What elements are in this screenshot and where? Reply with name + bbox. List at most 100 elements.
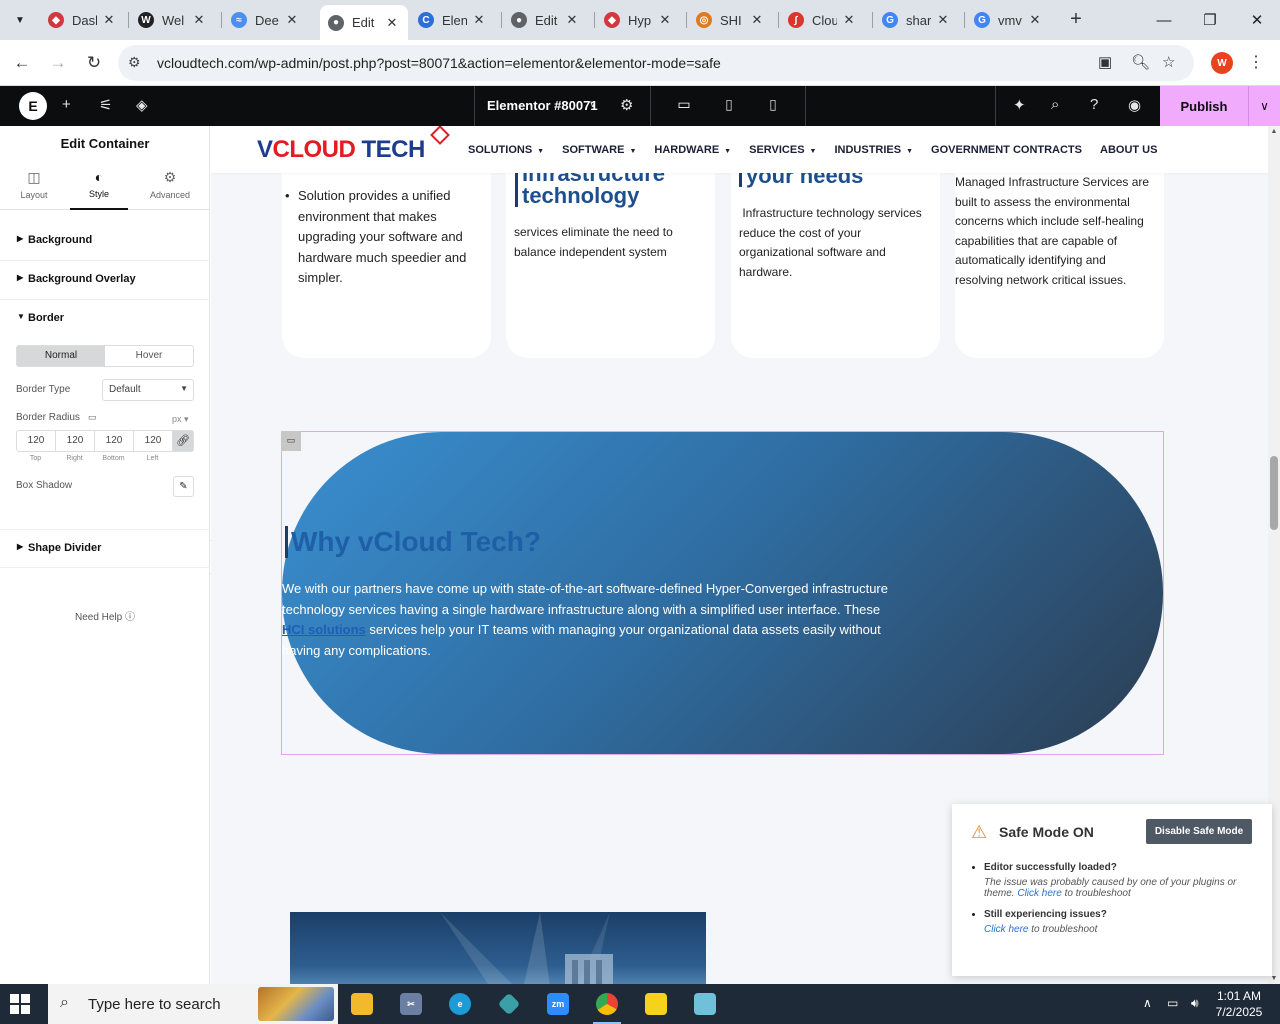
tab-close-icon[interactable]: ✕ — [657, 12, 673, 28]
tab-advanced[interactable]: ⚙ Advanced — [141, 162, 199, 210]
site-settings-icon[interactable]: ⚟ — [99, 96, 112, 114]
link-values-icon[interactable]: 🔗︎ — [173, 431, 193, 451]
radius-right-input[interactable]: 120 — [56, 431, 95, 451]
profile-avatar[interactable]: W — [1211, 52, 1233, 74]
zoom-icon[interactable]: 🔍︎ — [1131, 53, 1150, 71]
menu-item[interactable]: SERVICES ▼ — [749, 144, 816, 156]
camera-blocked-icon[interactable]: ▣ — [1098, 53, 1112, 71]
restore-icon[interactable]: ❐ — [1187, 0, 1233, 40]
browser-tab[interactable]: ≈ Dee ✕ — [223, 5, 308, 35]
publish-button[interactable]: Publish — [1160, 86, 1248, 126]
tablet-view-icon[interactable]: ▯ — [719, 96, 739, 116]
bookmark-star-icon[interactable]: ☆ — [1162, 53, 1175, 71]
browser-tab[interactable]: Gvmv ✕ — [966, 5, 1051, 35]
site-info-icon[interactable]: ⚙ — [128, 54, 141, 71]
notepad-app-icon[interactable] — [685, 989, 725, 1019]
tab-close-icon[interactable]: ✕ — [841, 12, 857, 28]
tab-close-icon[interactable]: ✕ — [284, 12, 300, 28]
sticky-notes-icon[interactable] — [636, 989, 676, 1019]
volume-icon[interactable]: 🔊︎ — [1191, 996, 1199, 1011]
section-shape-divider[interactable]: ▶ Shape Divider — [0, 529, 210, 568]
browser-tab[interactable]: ◆ Dasl ✕ — [40, 5, 125, 35]
network-icon[interactable]: ▭ — [1167, 996, 1178, 1010]
elementor-logo-icon[interactable]: E — [19, 92, 47, 120]
browser-tab[interactable]: Gshar ✕ — [874, 5, 959, 35]
section-background[interactable]: ▶ Background — [0, 222, 210, 261]
troubleshoot-link-1[interactable]: Click here — [1017, 888, 1061, 899]
snipping-tool-icon[interactable]: ✂ — [391, 989, 431, 1019]
menu-item[interactable]: SOLUTIONS ▼ — [468, 144, 544, 156]
troubleshoot-link-2[interactable]: Click here — [984, 924, 1028, 935]
mobile-view-icon[interactable]: ▯ — [763, 96, 783, 116]
state-hover-button[interactable]: Hover — [105, 346, 193, 366]
browser-tab[interactable]: C Elen ✕ — [410, 5, 495, 35]
reload-icon[interactable]: ↻ — [80, 49, 108, 77]
radius-top-input[interactable]: 120 — [17, 431, 56, 451]
preview-eye-icon[interactable]: ◉ — [1128, 96, 1141, 114]
vpn-app-icon[interactable] — [489, 989, 529, 1019]
tab-close-icon[interactable]: ✕ — [471, 12, 487, 28]
menu-item[interactable]: SOFTWARE ▼ — [562, 144, 636, 156]
taskbar-search-box[interactable]: ⌕ Type here to search — [48, 984, 338, 1024]
back-icon[interactable]: ← — [8, 49, 36, 77]
tab-close-icon[interactable]: ✕ — [191, 12, 207, 28]
browser-menu-icon[interactable]: ⋮ — [1248, 52, 1264, 72]
add-element-icon[interactable]: + — [62, 96, 71, 113]
address-bar[interactable]: ⚙ vcloudtech.com/wp-admin/post.php?post=… — [118, 45, 1194, 81]
new-tab-button[interactable]: + — [1064, 8, 1088, 32]
unit-select[interactable]: px ▾ — [172, 414, 189, 425]
chrome-icon[interactable] — [587, 989, 627, 1024]
menu-item[interactable]: ABOUT US — [1100, 144, 1157, 156]
tab-close-icon[interactable]: ✕ — [564, 12, 580, 28]
menu-item[interactable]: INDUSTRIES ▼ — [834, 144, 913, 156]
finder-search-icon[interactable]: ⌕ — [1051, 96, 1059, 113]
url-text[interactable]: vcloudtech.com/wp-admin/post.php?post=80… — [157, 55, 721, 71]
site-logo[interactable]: VCLOUD TECH — [257, 136, 425, 164]
box-shadow-edit-icon[interactable]: ✎ — [173, 476, 194, 497]
section-border[interactable]: ▼ Border — [0, 300, 210, 339]
document-name[interactable]: Elementor #80071 — [487, 98, 598, 113]
browser-tab[interactable]: ∫ Clou ✕ — [780, 5, 865, 35]
show-hidden-icons-icon[interactable]: ∧ — [1143, 996, 1152, 1010]
file-explorer-icon[interactable] — [342, 989, 382, 1019]
scroll-down-icon[interactable]: ▼ — [1268, 975, 1280, 982]
browser-tab[interactable]: ◆ Hyp ✕ — [596, 5, 681, 35]
document-chevron-icon[interactable]: ∨ — [589, 99, 596, 110]
section-background-overlay[interactable]: ▶ Background Overlay — [0, 261, 210, 300]
tab-close-icon[interactable]: ✕ — [749, 12, 765, 28]
tab-close-icon[interactable]: ✕ — [935, 12, 951, 28]
taskbar-clock[interactable]: 1:01 AM 7/2/2025 — [1208, 988, 1270, 1020]
edge-browser-icon[interactable]: e — [440, 989, 480, 1019]
tab-close-icon[interactable]: ✕ — [384, 15, 400, 31]
publish-options-chevron-icon[interactable]: ∨ — [1248, 86, 1280, 126]
scroll-up-icon[interactable]: ▲ — [1268, 128, 1280, 135]
state-normal-button[interactable]: Normal — [17, 346, 105, 366]
browser-tab[interactable]: W Wel ✕ — [130, 5, 215, 35]
container-handle-icon[interactable]: ▭ — [281, 431, 301, 451]
menu-item[interactable]: HARDWARE ▼ — [654, 144, 731, 156]
need-help-link[interactable]: Need Help ⓘ — [0, 608, 210, 623]
browser-tab[interactable]: ● Edit ✕ — [503, 5, 588, 35]
responsive-desktop-icon[interactable]: ▭ — [88, 412, 97, 423]
notes-icon[interactable]: ✦ — [1013, 96, 1026, 114]
windows-start-icon[interactable] — [10, 994, 30, 1014]
close-window-icon[interactable]: ✕ — [1234, 0, 1280, 40]
tab-close-icon[interactable]: ✕ — [1027, 12, 1043, 28]
tab-search-icon[interactable]: ▼ — [8, 8, 32, 32]
desktop-view-icon[interactable]: ▭ — [674, 96, 694, 116]
scroll-thumb[interactable] — [1270, 456, 1278, 530]
browser-tab[interactable]: ◎ SHI ✕ — [688, 5, 773, 35]
menu-item[interactable]: GOVERNMENT CONTRACTS — [931, 144, 1082, 156]
hci-solutions-link[interactable]: HCI solutions — [282, 622, 366, 637]
disable-safe-mode-button[interactable]: Disable Safe Mode — [1146, 819, 1252, 844]
browser-tab[interactable]: ● Edit ✕ — [320, 5, 408, 40]
page-settings-icon[interactable]: ⚙ — [620, 96, 633, 114]
help-icon[interactable]: ? — [1090, 96, 1098, 113]
radius-bottom-input[interactable]: 120 — [95, 431, 134, 451]
structure-icon[interactable]: ◈ — [136, 96, 148, 114]
minimize-icon[interactable]: — — [1141, 0, 1187, 40]
zoom-app-icon[interactable]: zm — [538, 989, 578, 1019]
border-type-select[interactable]: Default ▼ — [102, 379, 194, 401]
tab-style[interactable]: ◐ Style — [70, 162, 128, 210]
tab-close-icon[interactable]: ✕ — [101, 12, 117, 28]
